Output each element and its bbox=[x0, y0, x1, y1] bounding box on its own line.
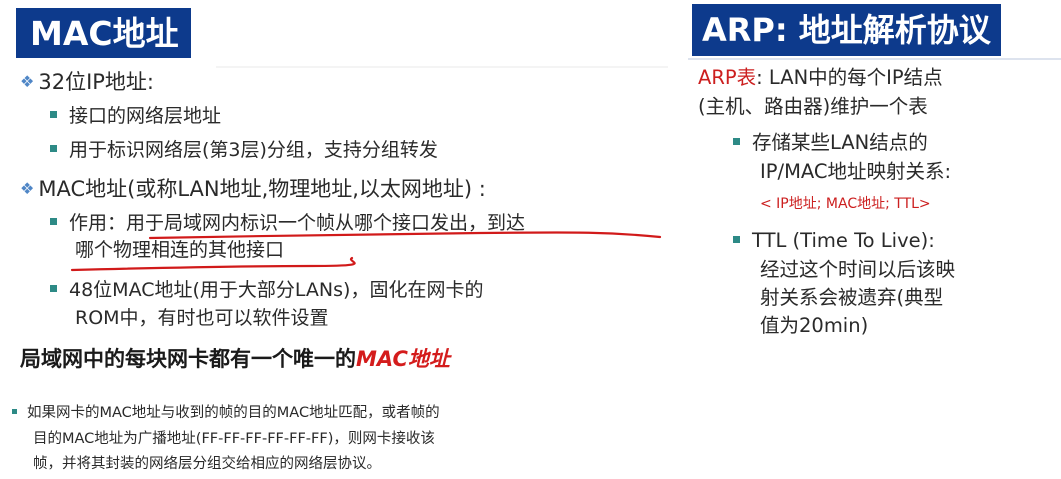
square-bullet-icon bbox=[733, 236, 740, 243]
list-item-continuation: 值为20min) bbox=[760, 314, 869, 337]
list-item-continuation: 经过这个时间以后该映 bbox=[760, 258, 956, 281]
list-item-continuation: 射关系会被遗弃(典型 bbox=[760, 286, 944, 309]
left-slide: MAC地址 ❖ 32位IP地址: 接口的网络层地址 用于标识网络层(第3层)分组，… bbox=[0, 0, 668, 479]
arp-intro: ARP表: LAN中的每个IP结点 bbox=[698, 66, 943, 89]
arp-table-label: ARP表 bbox=[698, 66, 757, 89]
list-item-text: 存储某些LAN结点的 bbox=[752, 131, 928, 154]
arp-intro-continuation: (主机、路由器)维护一个表 bbox=[698, 95, 928, 118]
title-divider bbox=[688, 58, 1061, 60]
list-item: TTL (Time To Live): bbox=[733, 229, 935, 252]
mapping-format: < IP地址; MAC地址; TTL> bbox=[760, 196, 931, 212]
list-item: 存储某些LAN结点的 bbox=[733, 131, 928, 154]
square-bullet-icon bbox=[733, 138, 740, 145]
right-slide: ARP: 地址解析协议 ARP表: LAN中的每个IP结点 (主机、路由器)维护… bbox=[688, 0, 1061, 479]
list-item-continuation: IP/MAC地址映射关系: bbox=[760, 160, 952, 183]
list-item-text: TTL (Time To Live): bbox=[752, 229, 935, 252]
intro-text: : LAN中的每个IP结点 bbox=[756, 66, 943, 89]
handwritten-underline bbox=[70, 231, 662, 272]
slide-title: ARP: 地址解析协议 bbox=[692, 4, 1001, 56]
